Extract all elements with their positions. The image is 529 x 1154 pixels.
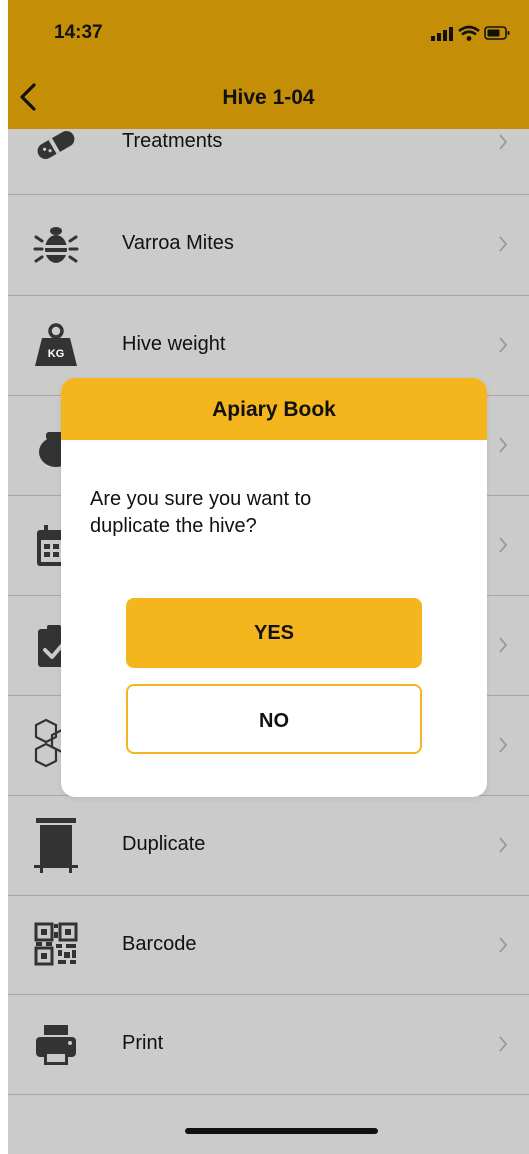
menu-item-label: Duplicate bbox=[122, 833, 206, 855]
chevron-right-icon bbox=[499, 837, 508, 853]
dialog-message: Are you sure you want to duplicate the h… bbox=[90, 488, 312, 537]
weight-kg-icon: KG bbox=[32, 322, 80, 370]
treatments-icon bbox=[37, 131, 75, 159]
status-time: 14:37 bbox=[54, 22, 103, 43]
chevron-right-icon bbox=[499, 737, 508, 753]
chevron-right-icon bbox=[499, 1036, 508, 1052]
menu-item-barcode[interactable]: Barcode bbox=[8, 896, 529, 995]
menu-item-label: Barcode bbox=[122, 933, 197, 955]
chevron-right-icon bbox=[499, 637, 508, 653]
menu-item-label: Treatments bbox=[122, 130, 223, 152]
menu-item-label: Varroa Mites bbox=[122, 232, 234, 254]
chevron-right-icon bbox=[499, 937, 508, 953]
menu-item-varroa-mites[interactable]: Varroa Mites bbox=[8, 195, 529, 294]
home-indicator bbox=[185, 1128, 378, 1134]
confirm-dialog: Apiary Book Are you sure you want to dup… bbox=[61, 378, 487, 797]
divider bbox=[8, 1094, 529, 1095]
printer-icon bbox=[36, 1025, 76, 1065]
chevron-right-icon bbox=[499, 236, 508, 252]
weight-kg-label: KG bbox=[47, 348, 65, 360]
signal-icon bbox=[431, 27, 453, 41]
wifi-icon bbox=[458, 25, 480, 41]
battery-icon bbox=[484, 26, 510, 40]
qr-code-icon bbox=[34, 922, 78, 966]
menu-item-print[interactable]: Print bbox=[8, 995, 529, 1094]
yes-button[interactable]: YES bbox=[126, 598, 422, 668]
varroa-mite-icon bbox=[33, 227, 79, 263]
no-button[interactable]: NO bbox=[126, 684, 422, 754]
chevron-right-icon bbox=[499, 337, 508, 353]
chevron-right-icon bbox=[499, 537, 508, 553]
menu-item-treatments[interactable]: Treatments bbox=[8, 96, 529, 195]
yes-button-label: YES bbox=[253, 622, 295, 644]
menu-item-duplicate[interactable]: Duplicate bbox=[8, 796, 529, 895]
menu-item-label: Hive weight bbox=[122, 333, 226, 355]
hive-box-icon bbox=[34, 818, 78, 873]
status-icons bbox=[431, 25, 510, 41]
dialog-header: Apiary Book bbox=[61, 378, 487, 440]
chevron-right-icon bbox=[499, 134, 508, 150]
chevron-right-icon bbox=[499, 437, 508, 453]
dialog-title: Apiary Book bbox=[212, 398, 336, 421]
menu-item-label: Print bbox=[122, 1032, 164, 1054]
no-button-label: NO bbox=[259, 710, 289, 732]
